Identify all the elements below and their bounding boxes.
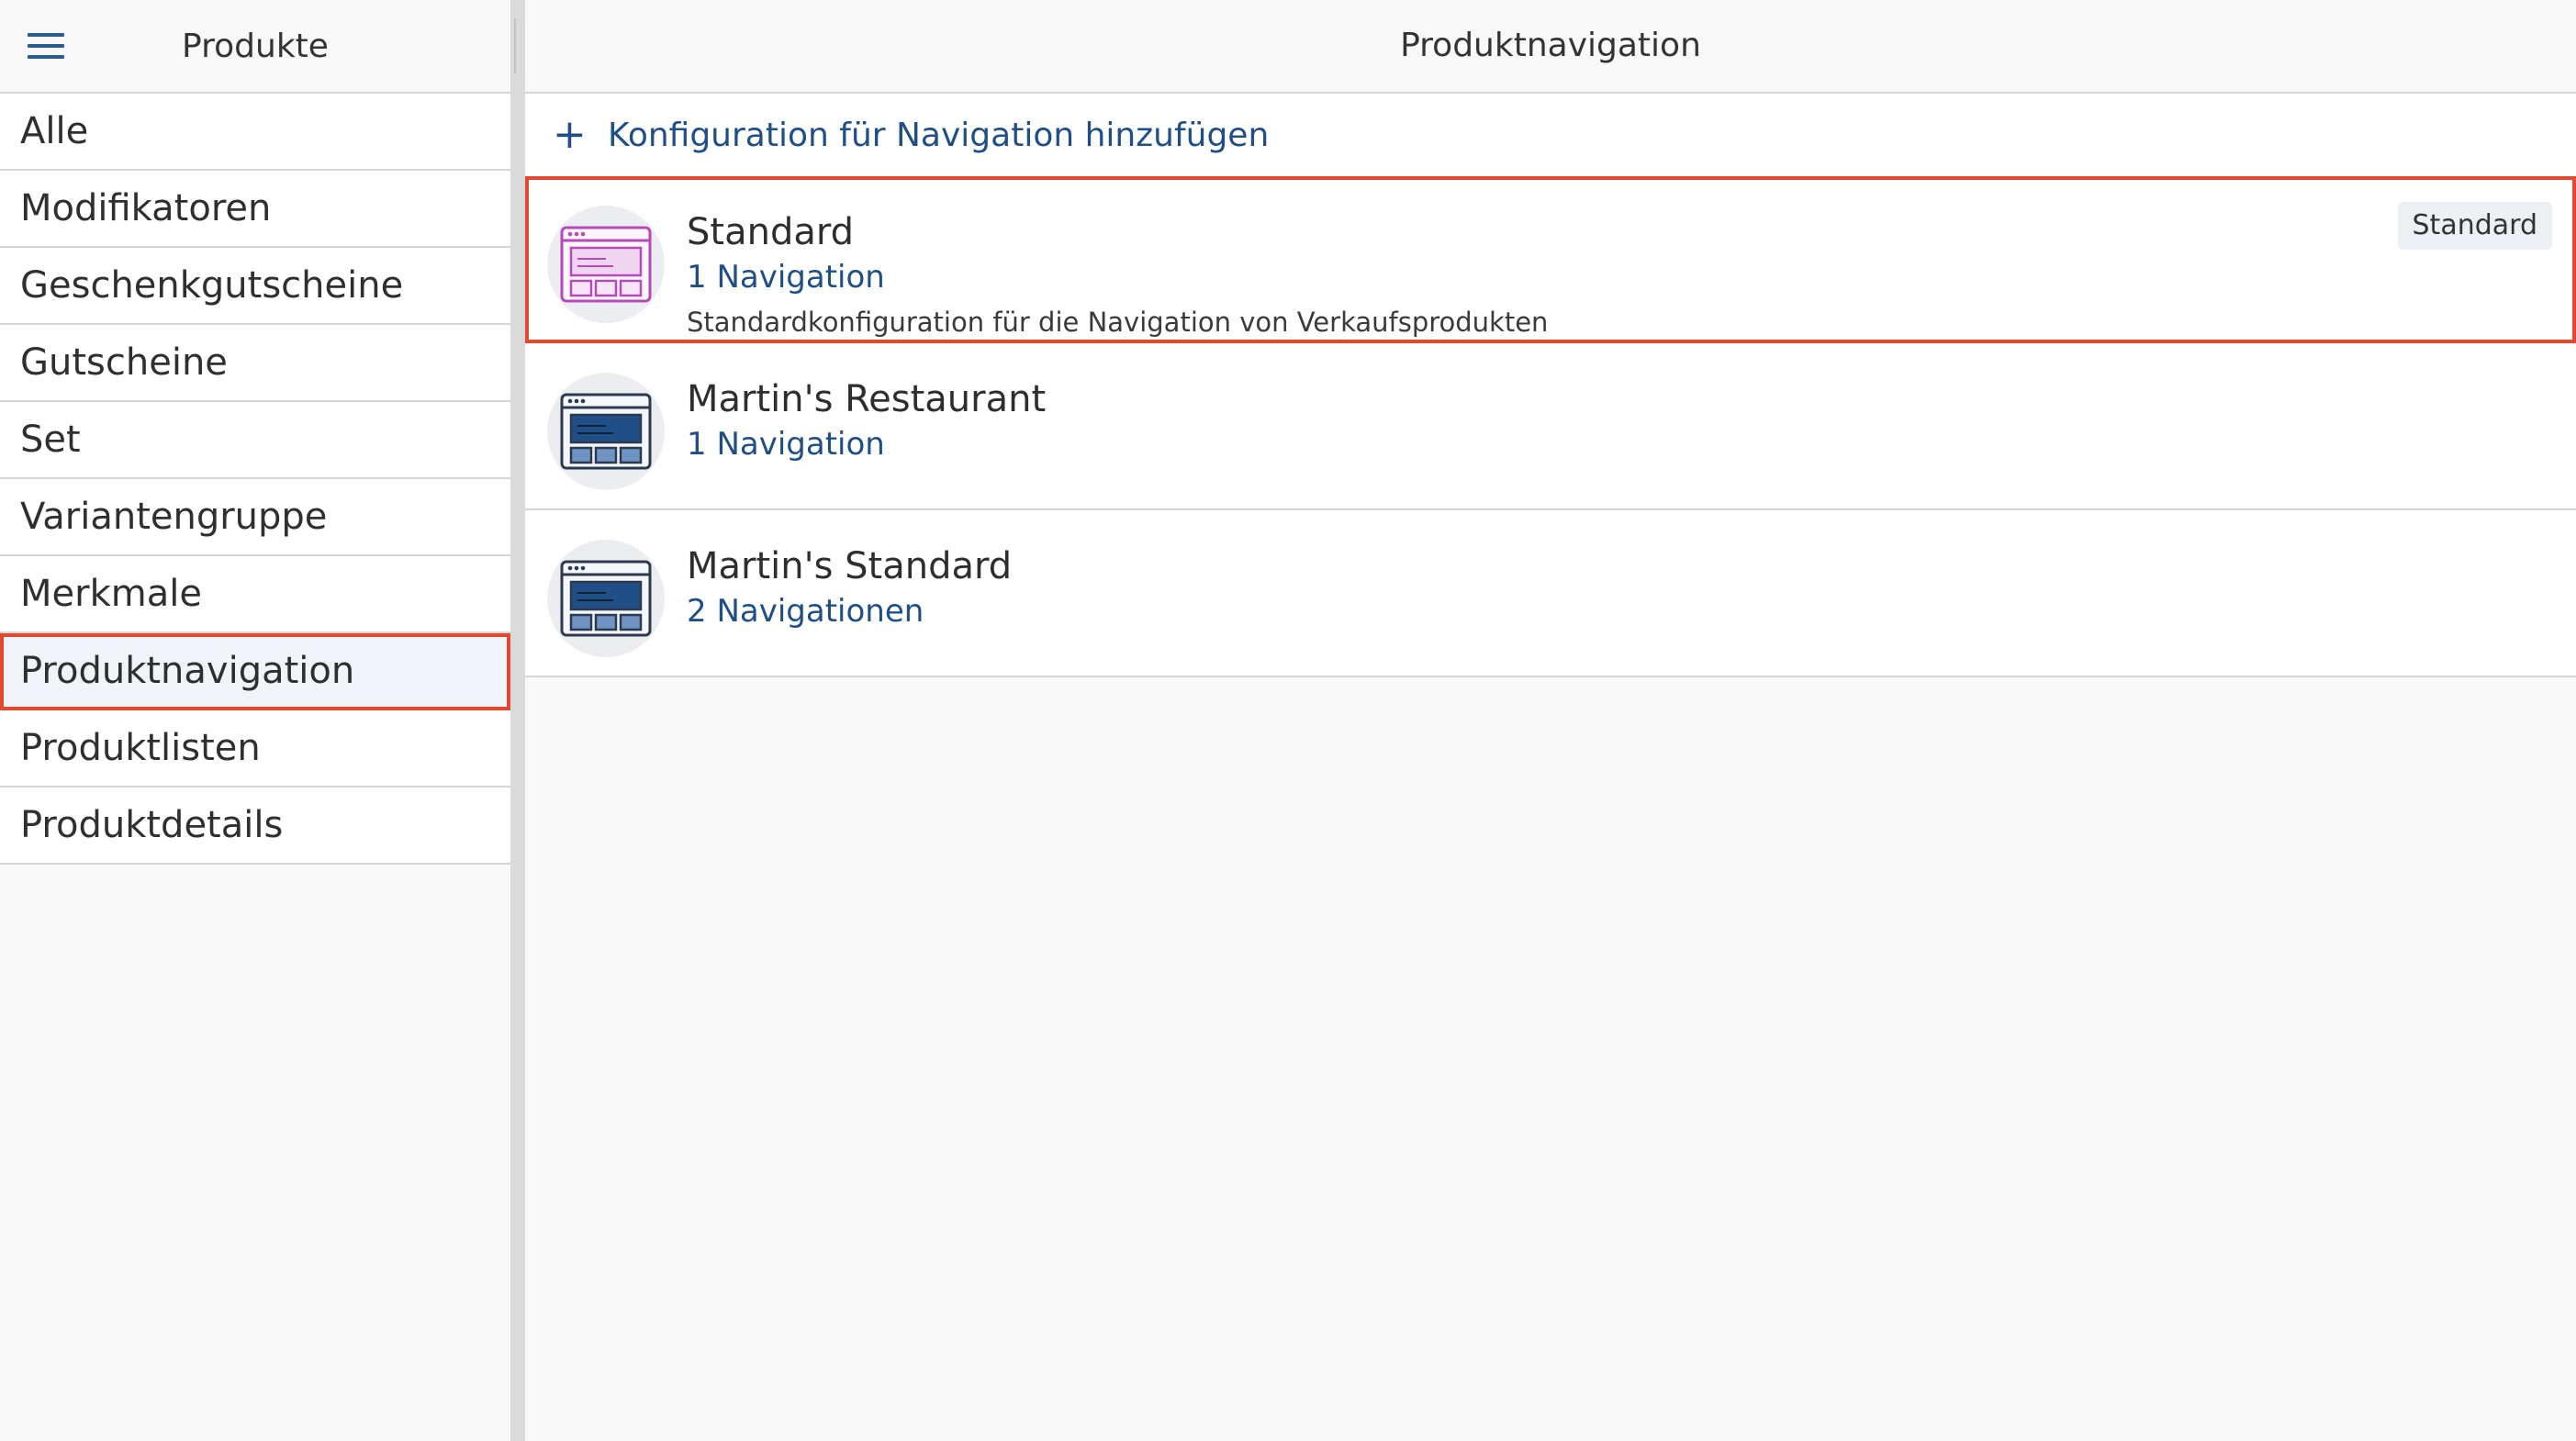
layout-window-icon bbox=[547, 540, 665, 657]
layout-window-icon bbox=[547, 206, 665, 323]
sidebar-title: Produkte bbox=[182, 28, 329, 65]
config-name: Martin's Restaurant bbox=[687, 378, 1047, 420]
config-item-martins-standard[interactable]: Martin's Standard 2 Navigationen bbox=[525, 510, 2576, 677]
sidebar-nav: Alle Modifikatoren Geschenkgutscheine Gu… bbox=[0, 94, 510, 865]
pane-divider[interactable] bbox=[510, 0, 525, 1441]
sidebar-item-alle[interactable]: Alle bbox=[0, 94, 510, 171]
config-description: Standardkonfiguration für die Navigation… bbox=[687, 307, 1549, 338]
config-name: Martin's Standard bbox=[687, 545, 1013, 587]
config-navigation-count: 1 Navigation bbox=[687, 426, 885, 463]
sidebar-item-geschenkgutscheine[interactable]: Geschenkgutscheine bbox=[0, 248, 510, 325]
sidebar-item-merkmale[interactable]: Merkmale bbox=[0, 556, 510, 633]
sidebar-item-set[interactable]: Set bbox=[0, 402, 510, 479]
sidebar-item-gutscheine[interactable]: Gutscheine bbox=[0, 325, 510, 402]
layout-window-icon bbox=[547, 373, 665, 490]
app-window: Produkte Alle Modifikatoren Geschenkguts… bbox=[0, 0, 2576, 1441]
page-title: Produktnavigation bbox=[525, 0, 2576, 94]
config-navigation-count: 2 Navigationen bbox=[687, 593, 924, 630]
hamburger-menu-icon[interactable] bbox=[20, 26, 72, 68]
config-navigation-count: 1 Navigation bbox=[687, 259, 885, 296]
sidebar-header: Produkte bbox=[0, 0, 510, 94]
plus-icon: + bbox=[553, 111, 587, 158]
config-item-martins-restaurant[interactable]: Martin's Restaurant 1 Navigation bbox=[525, 343, 2576, 510]
default-badge: Standard bbox=[2397, 202, 2552, 250]
sidebar-item-variantengruppe[interactable]: Variantengruppe bbox=[0, 479, 510, 556]
sidebar-item-modifikatoren[interactable]: Modifikatoren bbox=[0, 171, 510, 248]
add-configuration-label: Konfiguration für Navigation hinzufügen bbox=[608, 116, 1270, 154]
main-pane: Produktnavigation + Konfiguration für Na… bbox=[525, 0, 2576, 1441]
sidebar-item-produktnavigation[interactable]: Produktnavigation bbox=[0, 633, 510, 710]
sidebar: Produkte Alle Modifikatoren Geschenkguts… bbox=[0, 0, 510, 1441]
sidebar-item-produktdetails[interactable]: Produktdetails bbox=[0, 788, 510, 865]
sidebar-item-produktlisten[interactable]: Produktlisten bbox=[0, 710, 510, 788]
config-name: Standard bbox=[687, 211, 854, 253]
config-item-standard[interactable]: Standard 1 Navigation Standardkonfigurat… bbox=[525, 176, 2576, 343]
add-configuration-button[interactable]: + Konfiguration für Navigation hinzufüge… bbox=[525, 94, 2576, 176]
